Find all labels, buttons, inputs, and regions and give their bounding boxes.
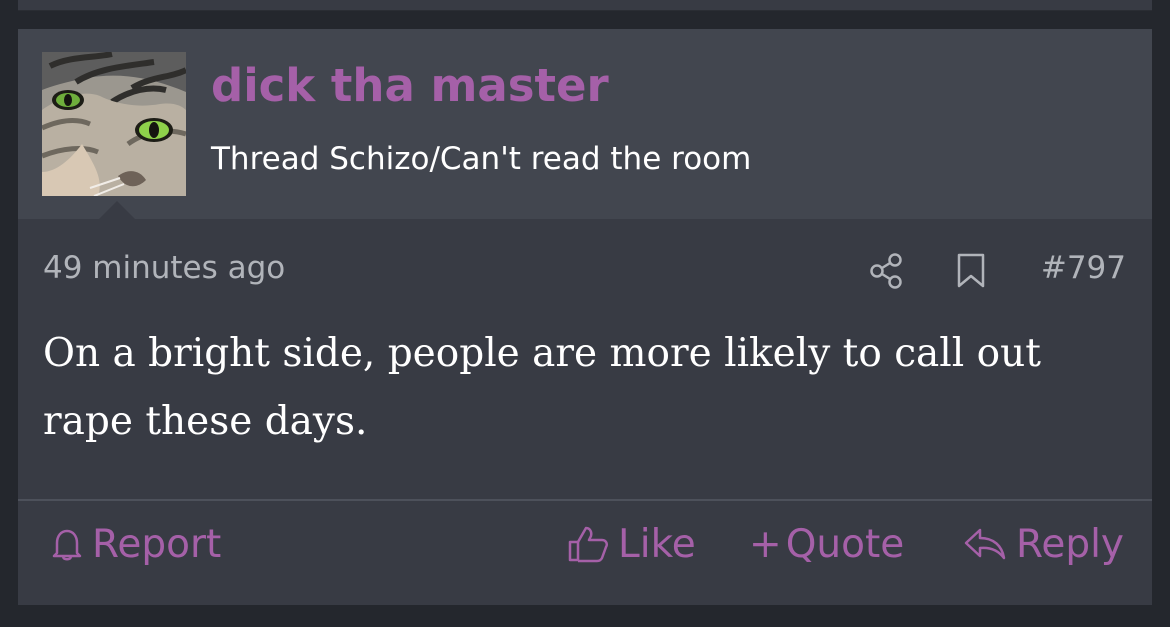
bookmark-icon-graphic	[957, 253, 985, 288]
thumbs-up-icon	[568, 526, 609, 563]
header-pointer-notch	[99, 201, 135, 219]
like-button[interactable]: Like	[566, 519, 696, 569]
bookmark-icon[interactable]	[955, 252, 987, 290]
plus-icon: +	[749, 521, 782, 567]
reply-button[interactable]: Reply	[962, 519, 1124, 569]
user-title: Thread Schizo/Can't read the room	[211, 141, 752, 177]
username-link[interactable]: dick tha master	[211, 59, 609, 112]
share-icon-graphic	[870, 253, 902, 289]
like-label: Like	[618, 521, 696, 567]
quote-button[interactable]: + Quote	[749, 519, 904, 569]
post-number-link[interactable]: #797	[1041, 250, 1126, 286]
post-message: On a bright side, people are more likely…	[43, 331, 1041, 444]
previous-post-edge	[18, 0, 1152, 11]
report-label: Report	[92, 521, 222, 567]
report-button[interactable]: Report	[50, 519, 221, 569]
avatar[interactable]	[42, 52, 186, 196]
reply-label: Reply	[1016, 521, 1125, 567]
post-author-header: dick tha master Thread Schizo/Can't read…	[18, 29, 1152, 219]
forum-post: dick tha master Thread Schizo/Can't read…	[18, 29, 1152, 605]
cat-avatar-image	[42, 52, 186, 196]
quote-label: Quote	[785, 521, 905, 567]
reply-arrow-icon	[964, 528, 1006, 560]
post-footer-divider	[18, 499, 1152, 501]
post-timestamp[interactable]: 49 minutes ago	[43, 250, 285, 286]
share-icon[interactable]	[869, 252, 907, 290]
bell-icon	[52, 529, 82, 561]
